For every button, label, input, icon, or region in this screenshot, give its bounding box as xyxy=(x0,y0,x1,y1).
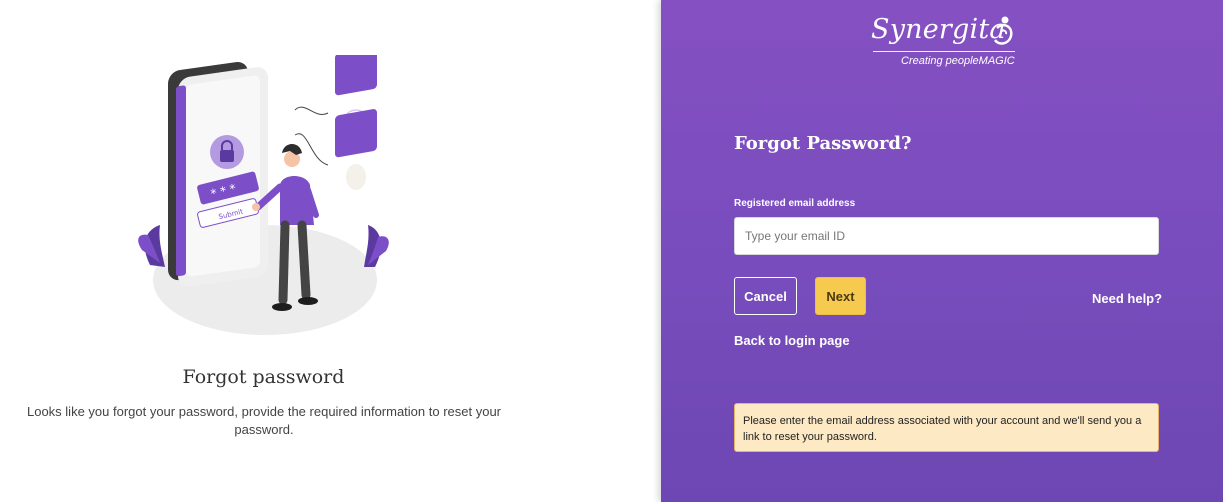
form-title: Forgot Password? xyxy=(734,133,912,154)
left-description: Looks like you forgot your password, pro… xyxy=(26,404,502,437)
info-message: Please enter the email address associate… xyxy=(734,403,1159,452)
left-title: Forgot password xyxy=(182,366,345,388)
brand-tagline: Creating peopleMAGIC xyxy=(901,55,1015,67)
email-label: Registered email address xyxy=(734,198,856,209)
logo-divider xyxy=(873,51,1015,52)
back-to-login-link[interactable]: Back to login page xyxy=(734,333,850,348)
brand-mark-icon xyxy=(993,16,1013,45)
email-input[interactable] xyxy=(734,217,1159,255)
next-button[interactable]: Next xyxy=(815,277,866,315)
cancel-button[interactable]: Cancel xyxy=(734,277,797,315)
synergita-logo: Synergita Creating peopleMAGIC xyxy=(871,14,1021,70)
forgot-password-illustration: * * * Submit xyxy=(138,55,389,335)
brand-name: Synergita xyxy=(871,14,1006,45)
need-help-link[interactable]: Need help? xyxy=(1092,291,1162,306)
left-panel: * * * Submit Forgot password Looks like … xyxy=(0,0,661,502)
right-panel: Synergita Creating peopleMAGIC Forgot Pa… xyxy=(661,0,1223,502)
